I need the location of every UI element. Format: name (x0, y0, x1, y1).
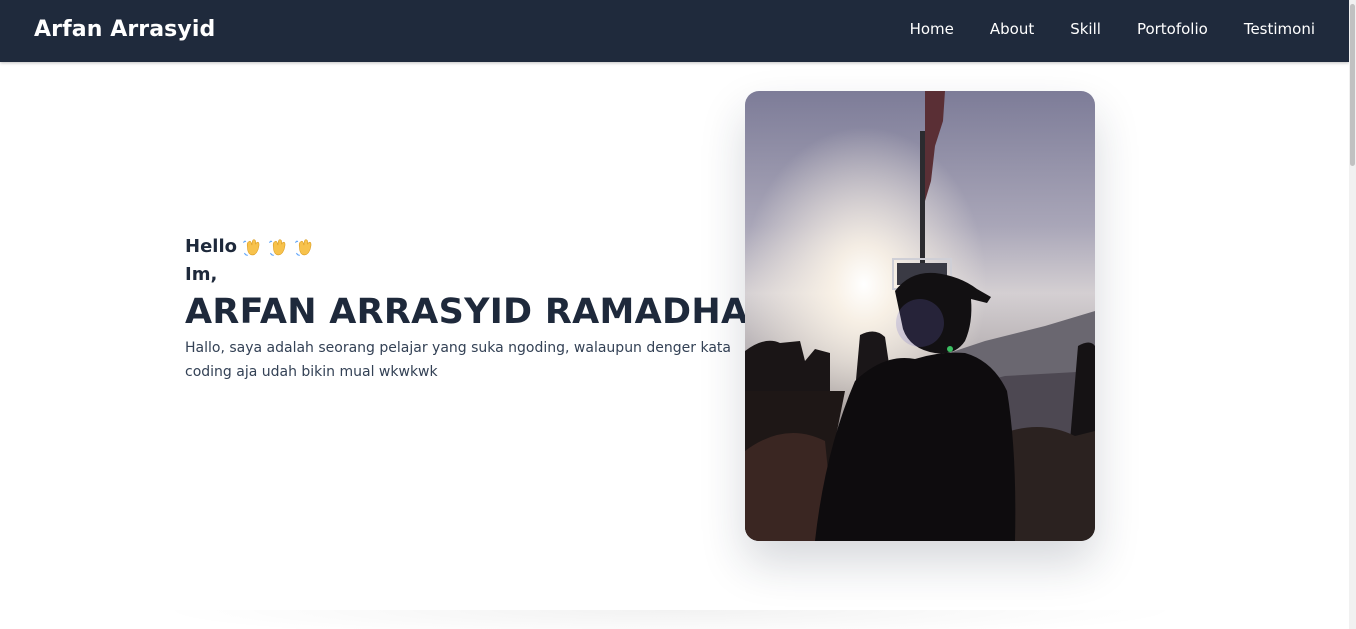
hero-intro: Im, (185, 264, 218, 285)
scrollbar-thumb[interactable] (1350, 4, 1355, 166)
waving-hand-icon (243, 239, 260, 256)
profile-photo-image (745, 91, 1095, 541)
greeting-icons (241, 236, 315, 258)
nav-links: Home About Skill Portofolio Testimoni (910, 20, 1315, 38)
waving-hand-icon (269, 239, 286, 256)
nav-link-testimoni[interactable]: Testimoni (1244, 20, 1315, 38)
hero-text: Hello Im, ARFAN ARRASYID RAMADHAN Hallo,… (185, 234, 778, 384)
hero-description: Hallo, saya adalah seorang pelajar yang … (185, 340, 731, 380)
waving-hand-icon (295, 239, 312, 256)
brand-logo[interactable]: Arfan Arrasyid (34, 17, 215, 42)
greeting-text: Hello (185, 236, 237, 257)
profile-photo (745, 91, 1095, 541)
nav-link-about[interactable]: About (990, 20, 1034, 38)
navbar: Arfan Arrasyid Home About Skill Portofol… (0, 0, 1349, 62)
nav-link-portofolio[interactable]: Portofolio (1137, 20, 1208, 38)
page: Arfan Arrasyid Home About Skill Portofol… (0, 0, 1356, 629)
page-scrollbar[interactable] (1349, 0, 1356, 629)
section-divider-shadow (150, 610, 1190, 629)
hero-name: ARFAN ARRASYID RAMADHAN (185, 292, 778, 332)
nav-link-skill[interactable]: Skill (1070, 20, 1101, 38)
nav-link-home[interactable]: Home (910, 20, 954, 38)
hero-greeting: Hello (185, 234, 740, 260)
